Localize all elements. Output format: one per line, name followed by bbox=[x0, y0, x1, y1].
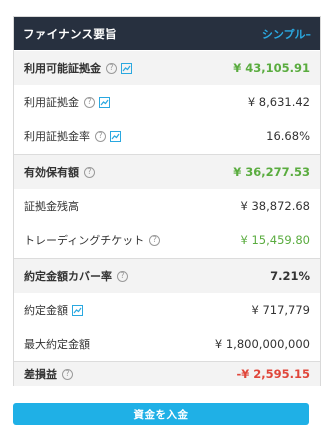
deposit-funds-button[interactable]: 資金を入金 bbox=[13, 403, 309, 425]
help-icon[interactable]: ? bbox=[84, 166, 95, 178]
chart-icon[interactable] bbox=[99, 96, 110, 108]
panel-header: ファイナンス要旨 シンプル– bbox=[14, 17, 320, 50]
row-value: 7.21% bbox=[270, 269, 310, 283]
row-contract-amount: 約定金額 ¥ 717,779 bbox=[14, 293, 320, 327]
row-label: 証拠金残高 bbox=[24, 200, 79, 213]
row-value: ¥ 15,459.80 bbox=[240, 233, 311, 247]
row-value: -¥ 2,595.15 bbox=[236, 367, 310, 381]
row-value: ¥ 38,872.68 bbox=[240, 199, 311, 213]
row-label: 差損益 bbox=[24, 368, 57, 381]
chart-icon[interactable] bbox=[121, 62, 132, 74]
help-icon[interactable]: ? bbox=[149, 234, 161, 246]
row-label: 有効保有額 bbox=[24, 166, 79, 179]
row-label: 利用可能証拠金 bbox=[24, 62, 101, 75]
panel-title: ファイナンス要旨 bbox=[23, 26, 117, 41]
row-value: 16.68% bbox=[266, 129, 310, 143]
help-icon[interactable]: ? bbox=[106, 62, 117, 74]
row-label: 最大約定金額 bbox=[24, 338, 90, 351]
finance-summary-panel: ファイナンス要旨 シンプル– 利用可能証拠金 ? ¥ 43,105.91 利用証… bbox=[13, 16, 321, 386]
help-icon[interactable]: ? bbox=[117, 270, 128, 282]
row-margin-balance: 証拠金残高 ¥ 38,872.68 bbox=[14, 189, 320, 223]
row-max-contract-amount: 最大約定金額 ¥ 1,800,000,000 bbox=[14, 327, 320, 361]
row-effective-holdings: 有効保有額 ? ¥ 36,277.53 bbox=[14, 155, 320, 189]
row-trading-ticket: トレーディングチケット ? ¥ 15,459.80 bbox=[14, 223, 320, 257]
help-icon[interactable]: ? bbox=[62, 368, 73, 380]
chart-icon[interactable] bbox=[110, 130, 121, 142]
row-value: ¥ 8,631.42 bbox=[247, 95, 310, 109]
row-contract-coverage: 約定金額カバー率 ? 7.21% bbox=[14, 259, 320, 293]
row-label: トレーディングチケット bbox=[24, 234, 145, 247]
row-value: ¥ 717,779 bbox=[251, 303, 310, 317]
row-value: ¥ 43,105.91 bbox=[233, 61, 310, 75]
help-icon[interactable]: ? bbox=[84, 96, 95, 108]
row-value: ¥ 36,277.53 bbox=[233, 165, 310, 179]
row-label: 利用証拠金率 bbox=[24, 130, 90, 143]
row-used-margin-rate: 利用証拠金率 ? 16.68% bbox=[14, 119, 320, 153]
help-icon[interactable]: ? bbox=[95, 130, 106, 142]
row-label: 約定金額カバー率 bbox=[24, 270, 112, 283]
row-value: ¥ 1,800,000,000 bbox=[214, 337, 310, 351]
row-used-margin: 利用証拠金 ? ¥ 8,631.42 bbox=[14, 85, 320, 119]
chart-icon[interactable] bbox=[72, 304, 83, 316]
view-mode-toggle[interactable]: シンプル– bbox=[262, 26, 311, 42]
row-label: 利用証拠金 bbox=[24, 96, 79, 109]
row-available-margin: 利用可能証拠金 ? ¥ 43,105.91 bbox=[14, 51, 320, 85]
row-label: 約定金額 bbox=[24, 304, 68, 317]
row-profit-loss: 差損益 ? -¥ 2,595.15 bbox=[14, 362, 320, 386]
